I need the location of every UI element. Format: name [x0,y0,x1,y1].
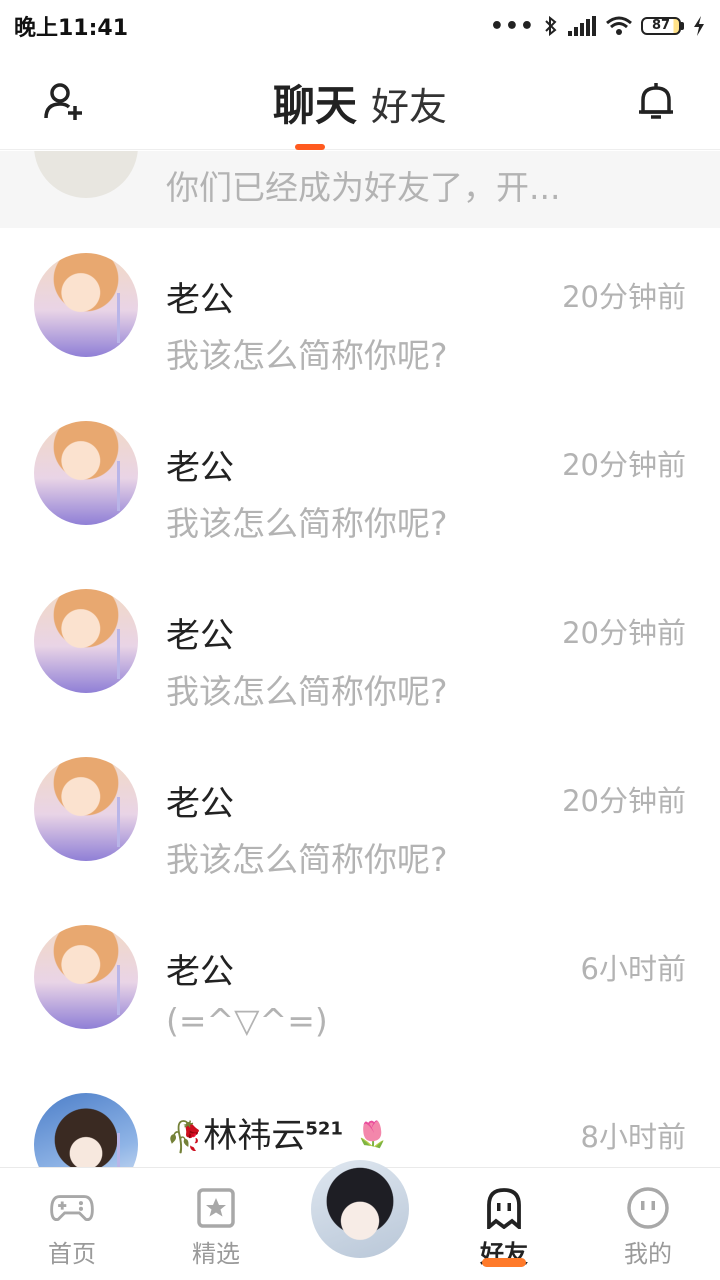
contact-name: 老公 [166,448,234,488]
avatar [34,757,138,861]
contact-name: 老公 [166,784,234,824]
ghost-icon [482,1186,526,1230]
nav-mine[interactable]: 我的 [603,1186,693,1269]
message-preview: 你们已经成为好友了，开... [166,168,561,207]
bell-icon [639,83,673,119]
gamepad-icon [50,1186,94,1230]
tab-friends[interactable]: 好友 [371,76,447,131]
bluetooth-icon [545,15,557,37]
message-time: 6小时前 [580,952,686,986]
message-time: 20分钟前 [562,616,686,650]
avatar [34,253,138,357]
contact-name-text: 林祎云 [203,1116,306,1156]
nav-friends[interactable]: 好友 [459,1186,549,1269]
more-dots-icon: ••• [489,13,535,39]
nav-mine-label: 我的 [624,1240,672,1268]
nav-home-label: 首页 [48,1240,96,1268]
avatar [34,1093,138,1167]
nav-home[interactable]: 首页 [27,1186,117,1269]
message-time: 20分钟前 [562,280,686,314]
message-preview: 我该怎么简称你呢? [166,840,448,879]
message-preview: (=^▽^=) [166,1001,328,1040]
status-icons: ••• 87 [490,14,706,39]
signal-icon [568,16,596,36]
avatar [34,589,138,693]
avatar [34,925,138,1029]
list-item[interactable]: 老公 20分钟前 我该怎么简称你呢? [0,732,720,900]
tab-chat[interactable]: 聊天 [273,72,357,133]
message-preview: 我该怎么简称你呢? [166,336,448,375]
nav-featured[interactable]: 精选 [171,1186,261,1269]
list-item[interactable]: 老公 20分钟前 我该怎么简称你呢? [0,396,720,564]
conversation-list[interactable]: 你们已经成为好友了，开... 老公 20分钟前 我该怎么简称你呢? 老公 20分… [0,151,720,1167]
nav-active-indicator [482,1258,526,1267]
message-preview: 我该怎么简称你呢? [166,672,448,711]
flower-emoji-icon: 🥀 [166,1120,204,1155]
contact-name: 老公 [166,616,234,656]
battery-tip [681,22,684,30]
header: 聊天 好友 [0,52,720,150]
wifi-icon [606,16,632,35]
status-time: 晚上11:41 [14,16,129,41]
status-bar: 晚上11:41 ••• 87 [0,0,720,52]
message-time: 8小时前 [580,1120,686,1154]
message-preview: 我该怎么简称你呢? [166,504,448,543]
list-item[interactable]: 老公 6小时前 (=^▽^=) [0,900,720,1068]
avatar [34,421,138,525]
tab-indicator [295,144,325,150]
avatar [34,151,138,198]
header-tabs: 聊天 好友 [0,72,720,133]
list-item[interactable]: 你们已经成为好友了，开... [0,151,720,228]
face-icon [626,1186,670,1230]
charging-icon [694,16,704,36]
star-card-icon [194,1186,238,1230]
list-item[interactable]: 老公 20分钟前 我该怎么简称你呢? [0,564,720,732]
message-time: 20分钟前 [562,448,686,482]
notifications-button[interactable] [628,74,684,130]
nav-featured-label: 精选 [192,1240,240,1268]
list-item[interactable]: 老公 20分钟前 我该怎么简称你呢? [0,228,720,396]
battery-icon: 87 [641,17,684,35]
message-time: 20分钟前 [562,784,686,818]
battery-level: 87 [641,17,681,35]
contact-name: 老公 [166,952,234,992]
center-avatar-button[interactable] [311,1160,409,1258]
name-superscript: 521 [305,1118,343,1140]
contact-name: 老公 [166,280,234,320]
